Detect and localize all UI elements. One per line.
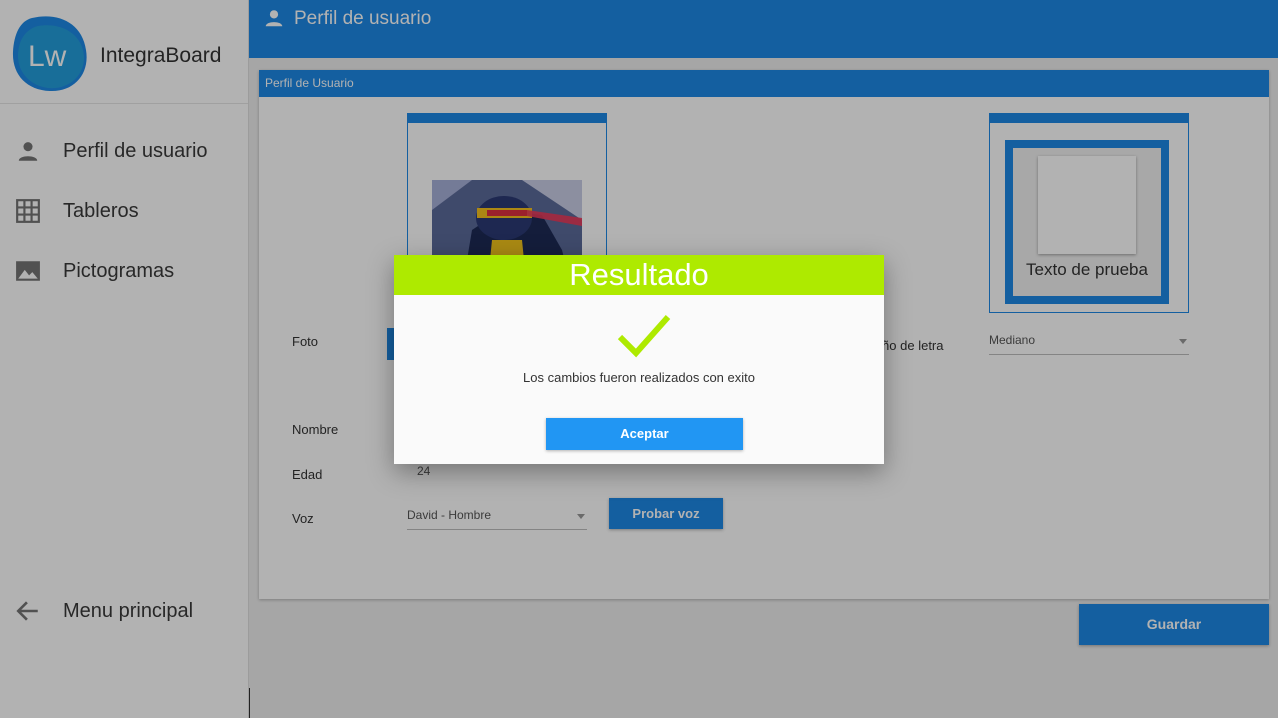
divider [249,688,250,718]
dialog-message: Los cambios fueron realizados con exito [523,370,755,385]
checkmark-icon [617,315,671,358]
result-dialog: Resultado Los cambios fueron realizados … [394,255,884,464]
aceptar-button[interactable]: Aceptar [546,418,743,450]
dialog-title: Resultado [394,255,884,295]
